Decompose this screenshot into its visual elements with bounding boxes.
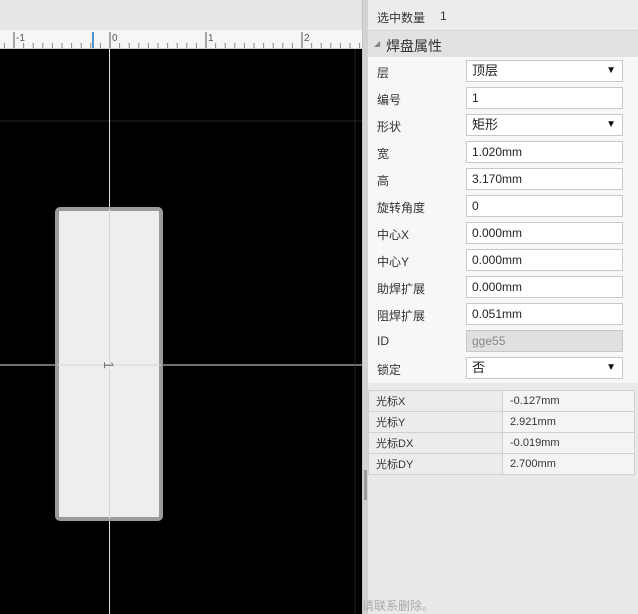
property-label: 形状 (377, 120, 402, 134)
cursor-value: -0.127mm (502, 390, 635, 412)
ruler-label: 2 (304, 33, 310, 44)
property-select[interactable]: 矩形 ▼ (466, 114, 623, 136)
property-input[interactable]: 3.170mm (466, 168, 623, 190)
cursor-info-table: 光标X -0.127mm 光标Y 2.921mm 光标DX -0.019mm 光标DY 2.7… (368, 390, 635, 475)
property-select[interactable]: 顶层 ▼ (466, 60, 623, 82)
property-label: 宽 (377, 147, 390, 161)
property-value: 1 (472, 91, 479, 105)
cursor-row: 光标X -0.127mm (368, 390, 635, 412)
bottom-note: 请联系删除。 (362, 599, 435, 613)
property-value: 0.000mm (472, 280, 523, 294)
chevron-down-icon[interactable]: ▼ (606, 115, 616, 135)
chevron-down-icon[interactable]: ▼ (606, 358, 616, 378)
cursor-label: 光标X (368, 390, 503, 412)
cursor-label: 光标DY (368, 453, 503, 475)
cursor-value: 2.921mm (502, 411, 635, 433)
property-row: 中心Y 0.000mm (368, 247, 638, 274)
property-value: 顶层 (472, 63, 499, 78)
property-input[interactable]: 0.000mm (466, 276, 623, 298)
property-input[interactable]: 0.000mm (466, 222, 623, 244)
property-row: ID gge55 (368, 328, 638, 355)
property-value: 否 (472, 360, 486, 375)
property-value: gge55 (472, 334, 506, 348)
property-label: 锁定 (377, 363, 402, 377)
property-row: 中心X 0.000mm (368, 220, 638, 247)
cursor-row: 光标DY 2.700mm (368, 453, 635, 475)
property-value: 0.000mm (472, 226, 523, 240)
property-row: 宽 1.020mm (368, 139, 638, 166)
property-row: 旋转角度 0 (368, 193, 638, 220)
section-title: 焊盘属性 (386, 38, 442, 54)
canvas-toolbar-strip (0, 0, 362, 30)
property-label: 高 (377, 174, 390, 188)
ruler-label: 1 (208, 33, 214, 44)
selection-count-value: 1 (440, 9, 447, 23)
property-label: 中心Y (377, 255, 410, 269)
pad-properties-header[interactable]: ◢ 焊盘属性 (368, 31, 638, 57)
cursor-value: 2.700mm (502, 453, 635, 475)
property-label: 中心X (377, 228, 410, 242)
cursor-row: 光标DX -0.019mm (368, 432, 635, 454)
property-row: 编号 1 (368, 85, 638, 112)
pad-number-label: 1 (101, 361, 117, 369)
cursor-value: -0.019mm (502, 432, 635, 454)
property-input: gge55 (466, 330, 623, 352)
property-row: 助焊扩展 0.000mm (368, 274, 638, 301)
property-value: 3.170mm (472, 172, 523, 186)
property-row: 高 3.170mm (368, 166, 638, 193)
property-value: 0.051mm (472, 307, 523, 321)
horizontal-ruler: -1 0 1 2 (0, 30, 362, 49)
cursor-row: 光标Y 2.921mm (368, 411, 635, 433)
cursor-label: 光标Y (368, 411, 503, 433)
cursor-label: 光标DX (368, 432, 503, 454)
ruler-label: 0 (112, 33, 118, 44)
property-value: 1.020mm (472, 145, 523, 159)
property-input[interactable]: 1 (466, 87, 623, 109)
property-row: 阻焊扩展 0.051mm (368, 301, 638, 328)
property-label: 阻焊扩展 (377, 309, 426, 323)
ruler-label: -1 (16, 33, 25, 44)
property-label: 编号 (377, 93, 402, 107)
chevron-down-icon[interactable]: ▼ (606, 61, 616, 81)
selection-count-row: 选中数量 1 (368, 0, 638, 31)
property-value: 0 (472, 199, 479, 213)
properties-panel: 选中数量 1 ◢ 焊盘属性 层 顶层 ▼ 编号 1 形状 矩形 ▼ 宽 1.020mm 高 3.170… (368, 0, 638, 614)
property-row: 形状 矩形 ▼ (368, 112, 638, 139)
property-input[interactable]: 0.051mm (466, 303, 623, 325)
property-label: 助焊扩展 (377, 282, 426, 296)
splitter-handle[interactable] (364, 470, 367, 500)
canvas-area: -1 0 1 2 1 (0, 0, 362, 614)
selection-count-label: 选中数量 (377, 11, 426, 25)
property-value: 0.000mm (472, 253, 523, 267)
property-row: 层 顶层 ▼ (368, 58, 638, 85)
property-value: 矩形 (472, 117, 499, 132)
property-input[interactable]: 0 (466, 195, 623, 217)
property-label: ID (377, 334, 389, 348)
pcb-canvas[interactable]: 1 (0, 49, 362, 614)
property-row: 锁定否 ▼ (368, 355, 638, 382)
property-input[interactable]: 1.020mm (466, 141, 623, 163)
property-label: 层 (377, 66, 390, 80)
property-label: 旋转角度 (377, 201, 426, 215)
property-list: 层 顶层 ▼ 编号 1 形状 矩形 ▼ 宽 1.020mm 高 3.170mm 旋转角度 0 中心X 0.00… (368, 57, 638, 383)
property-input[interactable]: 0.000mm (466, 249, 623, 271)
triangle-down-icon: ◢ (374, 39, 381, 48)
property-select[interactable]: 否 ▼ (466, 357, 623, 379)
